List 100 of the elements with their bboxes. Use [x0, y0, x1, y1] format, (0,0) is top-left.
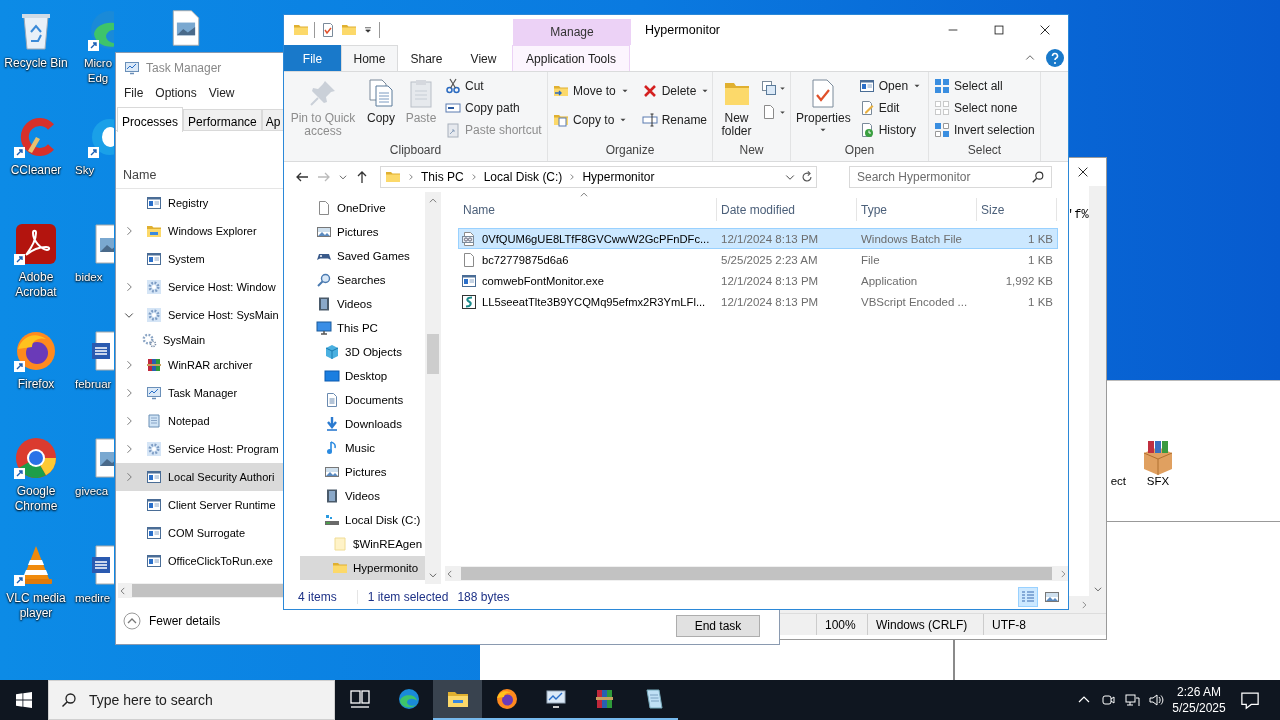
ribbon-button[interactable]: Delete: [638, 80, 714, 102]
help-icon[interactable]: [1046, 49, 1064, 67]
recent-dropdown-icon[interactable]: [338, 172, 348, 182]
ribbon-button[interactable]: Edit: [855, 97, 926, 119]
scroll-down-icon[interactable]: [428, 570, 438, 580]
column-header[interactable]: Type: [857, 198, 977, 221]
process-row[interactable]: System: [116, 245, 283, 273]
ribbon-button[interactable]: New folder: [715, 75, 758, 143]
file-row[interactable]: comwebFontMonitor.exe 12/1/2024 8:13 PM Application 1,992 KB: [458, 270, 1058, 291]
nav-item[interactable]: Local Disk (C:): [292, 508, 425, 532]
clock[interactable]: 2:26 AM 5/25/2025: [1168, 684, 1230, 716]
nav-item[interactable]: Pictures: [284, 220, 425, 244]
file-row[interactable]: LL5seeatTlte3B9YCQMq95efmx2R3YmLFl... 12/1/2024 8:13 PM VBScript Encoded ... 1 KB: [458, 291, 1058, 312]
address-bar[interactable]: This PC Local Disk (C:) Hypermonitor: [380, 166, 817, 188]
column-header[interactable]: Name: [123, 167, 157, 182]
copies-dropdown-button[interactable]: [760, 79, 788, 97]
ribbon-button[interactable]: Invert selection: [931, 119, 1038, 141]
ribbon-button[interactable]: History: [855, 119, 926, 141]
nav-item[interactable]: Desktop: [292, 364, 425, 388]
process-row[interactable]: SysMain: [116, 329, 283, 351]
toolbar-label[interactable]: ect: [1110, 475, 1126, 487]
desktop-icon-label[interactable]: VLC media player: [1, 591, 71, 621]
desktop-icon-label[interactable]: Adobe Acrobat: [1, 270, 71, 300]
notification-icon[interactable]: [1240, 690, 1260, 710]
pdf-icon[interactable]: [14, 222, 58, 266]
ribbon-tab[interactable]: File: [284, 45, 341, 71]
nav-item[interactable]: 3D Objects: [292, 340, 425, 364]
desktop-icon-label[interactable]: Sky: [73, 163, 95, 178]
maximize-button[interactable]: [992, 23, 1006, 37]
ribbon-tab[interactable]: Application Tools: [512, 45, 630, 71]
nav-item[interactable]: This PC: [284, 316, 425, 340]
nav-item[interactable]: Documents: [292, 388, 425, 412]
desktop-icon-label[interactable]: Micro Edg: [73, 56, 113, 86]
ribbon-button[interactable]: Cut: [442, 75, 545, 97]
nav-item[interactable]: Pictures: [292, 460, 425, 484]
nav-item[interactable]: Music: [292, 436, 425, 460]
menu-item[interactable]: Options: [149, 86, 203, 100]
scrollbar-thumb[interactable]: [427, 334, 439, 374]
tab[interactable]: Performance: [183, 109, 262, 130]
scroll-left-icon[interactable]: [118, 585, 128, 596]
end-task-button[interactable]: End task: [676, 615, 760, 637]
ribbon-button[interactable]: Copy to: [550, 109, 633, 131]
desktop-icon-label[interactable]: Recycle Bin: [1, 56, 71, 71]
taskbar-app-button[interactable]: [433, 680, 482, 720]
nav-item[interactable]: Videos: [292, 484, 425, 508]
taskbar-search-field[interactable]: Type here to search: [89, 692, 334, 708]
menu-item[interactable]: File: [118, 86, 150, 100]
nav-item[interactable]: Videos: [284, 292, 425, 316]
desktop-icon-label[interactable]: Google Chrome: [1, 484, 71, 514]
nav-item[interactable]: Downloads: [292, 412, 425, 436]
process-row[interactable]: Service Host: SysMain: [116, 301, 283, 329]
ribbon-button[interactable]: Copy: [362, 75, 400, 143]
column-header[interactable]: Date modified: [717, 198, 857, 221]
process-row[interactable]: Client Server Runtime: [116, 491, 283, 519]
ribbon-tab[interactable]: Home: [341, 45, 398, 71]
process-row[interactable]: Service Host: Program: [116, 435, 283, 463]
browser-icon[interactable]: [88, 8, 114, 52]
scroll-right-icon[interactable]: [1079, 599, 1089, 610]
ribbon-button[interactable]: Select none: [931, 97, 1038, 119]
dropdown-icon[interactable]: [362, 24, 374, 36]
details-view-button[interactable]: [1018, 586, 1038, 607]
scroll-left-icon[interactable]: [445, 568, 455, 579]
breadcrumb[interactable]: Hypermonitor: [582, 170, 655, 184]
process-row[interactable]: Windows Explorer: [116, 217, 283, 245]
tab[interactable]: Processes: [117, 107, 184, 132]
file-row[interactable]: bc72779875d6a6 5/25/2025 2:23 AM File 1 KB: [458, 249, 1058, 270]
process-row[interactable]: COM Surrogate: [116, 519, 283, 547]
scrollbar-thumb[interactable]: [132, 584, 283, 597]
ribbon-button[interactable]: Select all: [931, 75, 1038, 97]
search-box[interactable]: Search Hypermonitor: [849, 166, 1052, 188]
ribbon-button[interactable]: Move to: [550, 80, 633, 102]
process-row[interactable]: Service Host: Window: [116, 273, 283, 301]
fewer-details-link[interactable]: Fewer details: [149, 614, 221, 628]
scrollbar-thumb[interactable]: [461, 567, 1052, 580]
breadcrumb[interactable]: This PC: [421, 170, 464, 184]
desktop-icon-label[interactable]: bidex: [73, 270, 103, 285]
nav-item[interactable]: Searches: [284, 268, 425, 292]
close-button[interactable]: [1038, 23, 1052, 37]
browser-icon[interactable]: [14, 329, 58, 373]
refresh-icon[interactable]: [800, 170, 814, 184]
ribbon-button[interactable]: Copy path: [442, 97, 545, 119]
collapse-icon[interactable]: [123, 612, 141, 630]
process-row[interactable]: Notepad: [116, 407, 283, 435]
desktop-icon-label[interactable]: februar: [73, 377, 112, 392]
ribbon-button[interactable]: Rename: [638, 109, 714, 131]
nav-item[interactable]: Hypermonito: [300, 556, 425, 580]
desktop-icon-label[interactable]: CCleaner: [1, 163, 71, 178]
camera-icon[interactable]: [1100, 692, 1116, 708]
process-row[interactable]: Task Manager: [116, 379, 283, 407]
toolbar-label[interactable]: SFX: [1146, 475, 1170, 487]
nav-item[interactable]: Saved Games: [284, 244, 425, 268]
speaker-icon[interactable]: [1148, 692, 1164, 708]
process-row[interactable]: Registry: [116, 189, 283, 217]
taskbar-search-box[interactable]: Type here to search: [48, 680, 335, 720]
scroll-down-icon[interactable]: [1092, 584, 1103, 594]
nav-item[interactable]: OneDrive: [284, 196, 425, 220]
scroll-up-icon[interactable]: [428, 196, 438, 206]
browser-icon[interactable]: [14, 436, 58, 480]
column-header[interactable]: Size: [977, 198, 1057, 221]
desktop-icon-label[interactable]: medire: [73, 591, 111, 606]
